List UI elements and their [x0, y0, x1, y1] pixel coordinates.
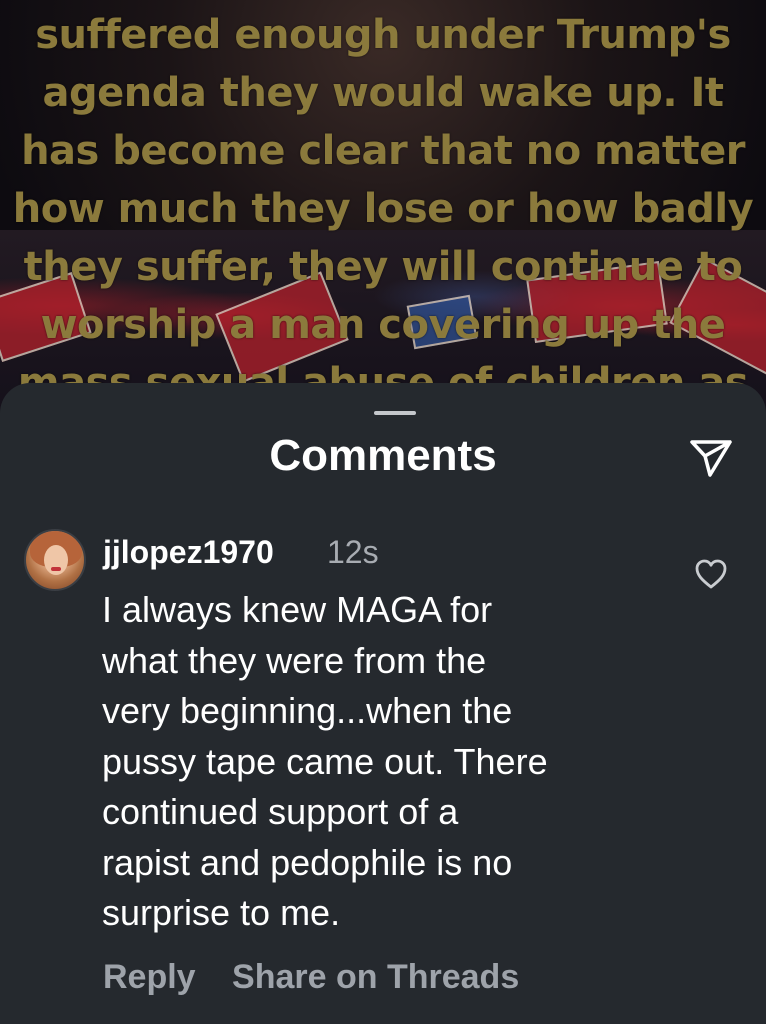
post-caption-overlay: suffered enough under Trump's agenda the…: [0, 6, 766, 412]
comment-text-line: rapist and pedophile is no: [102, 841, 513, 883]
instagram-reel-comments-screen: suffered enough under Trump's agenda the…: [0, 0, 766, 1024]
heart-icon-graphic: [695, 559, 727, 589]
send-icon[interactable]: [688, 437, 734, 479]
sheet-drag-handle[interactable]: [374, 411, 416, 415]
sheet-title: Comments: [269, 431, 497, 480]
post-text-line: has become clear that no matter: [21, 128, 745, 174]
post-text-line: agenda they would wake up. It: [42, 70, 724, 116]
share-on-threads-button[interactable]: Share on Threads: [232, 955, 519, 999]
comment-actions: Reply Share on Threads: [103, 955, 519, 999]
comments-sheet: Comments jjlopez1970 12s I always knew M…: [0, 383, 766, 1024]
post-text-line: worship a man covering up the: [40, 302, 726, 348]
comment-body: I always knew MAGA for what they were fr…: [102, 585, 682, 939]
post-text-line: suffered enough under Trump's: [35, 12, 731, 58]
avatar-lips: [51, 567, 61, 571]
avatar[interactable]: [24, 529, 86, 591]
post-text-line: how much they lose or how badly: [12, 186, 754, 232]
reply-button[interactable]: Reply: [103, 955, 196, 999]
send-icon-graphic: [690, 440, 732, 477]
heart-outline-icon[interactable]: [694, 558, 728, 590]
comment-text-line: what they were from the: [102, 639, 487, 681]
comment-text-line: I always knew MAGA for: [102, 589, 493, 630]
comment-text-line: continued support of a: [102, 791, 459, 832]
comment-timestamp: 12s: [327, 534, 379, 570]
comment-text-line: surprise to me.: [102, 892, 341, 933]
comment-text-line: very beginning...when the: [102, 690, 513, 731]
post-background[interactable]: suffered enough under Trump's agenda the…: [0, 0, 766, 420]
comment-text-line: pussy tape came out. There: [102, 740, 548, 782]
post-text-line: they suffer, they will continue to: [23, 244, 743, 290]
comment-username[interactable]: jjlopez1970: [103, 533, 274, 571]
